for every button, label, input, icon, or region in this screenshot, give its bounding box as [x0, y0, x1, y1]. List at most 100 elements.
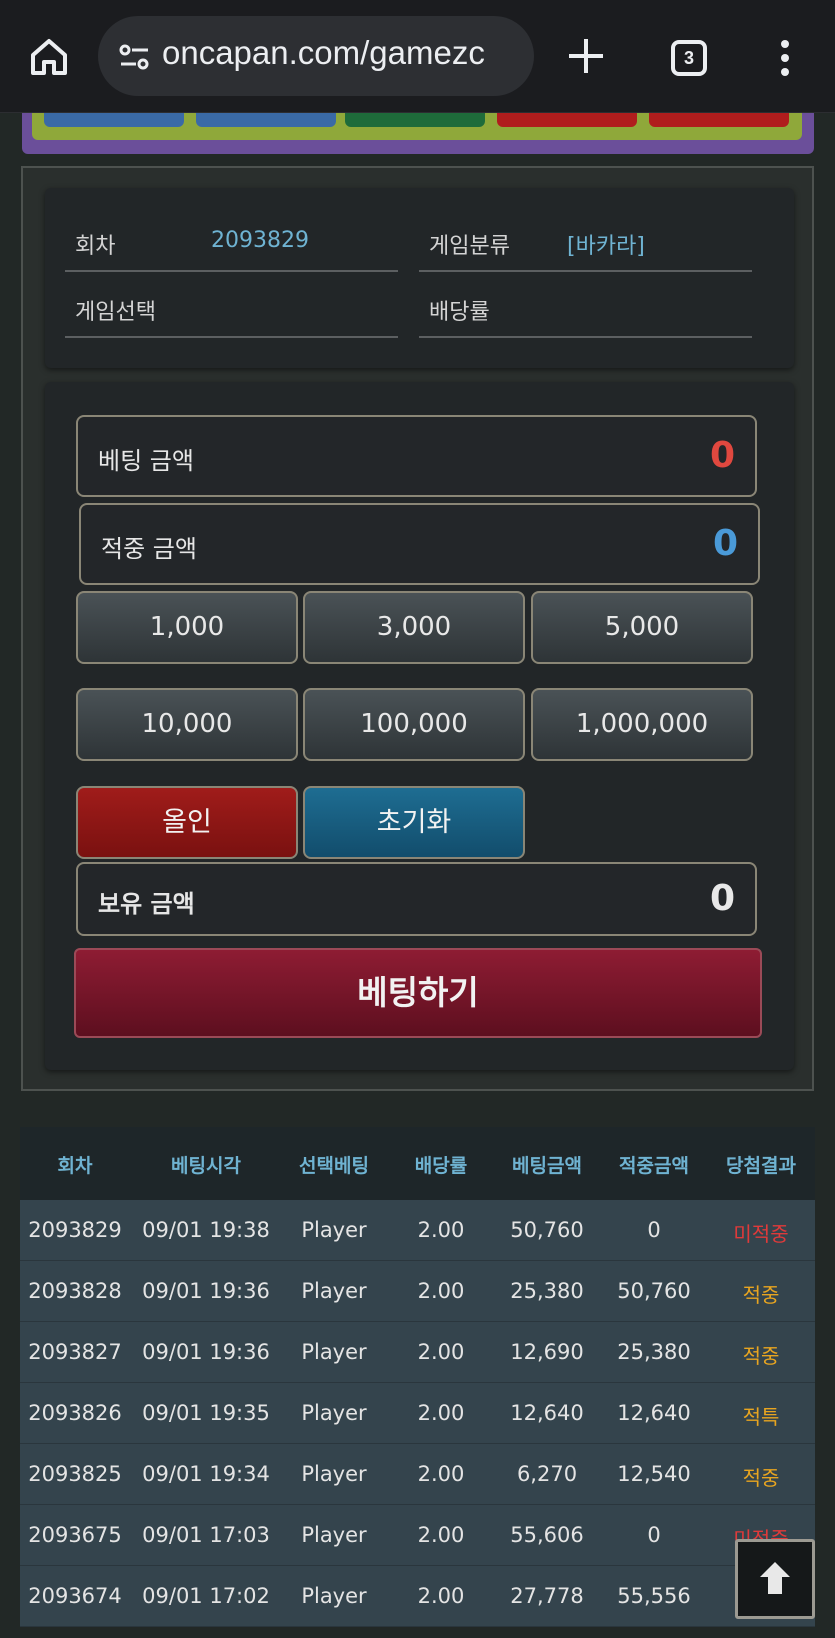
header-result: 당첨결과 — [726, 1155, 796, 1177]
chip-button-10000[interactable]: 10,000 — [76, 688, 298, 761]
table-row: 2093828 09/01 19:36 Player 2.00 25,380 50,760… — [20, 1261, 815, 1322]
odds-cell: 배당률 — [419, 272, 752, 338]
row-win-amount: 0 — [647, 1218, 661, 1242]
chip-button-1000[interactable]: 1,000 — [76, 591, 298, 664]
row-odds: 2.00 — [417, 1462, 465, 1486]
header-win-amount: 적중금액 — [619, 1155, 689, 1177]
row-result: 적중 — [742, 1283, 780, 1307]
strip-button-blue-2[interactable] — [196, 113, 336, 127]
row-round: 2093825 — [28, 1462, 122, 1486]
chip-button-3000[interactable]: 3,000 — [303, 591, 525, 664]
row-odds: 2.00 — [417, 1584, 465, 1608]
strip-button-blue-1[interactable] — [44, 113, 184, 127]
win-amount-value: 0 — [712, 523, 738, 564]
row-bet-amount: 6,270 — [516, 1462, 578, 1486]
table-row: 2093674 09/01 17:02 Player 2.00 27,778 55,556… — [20, 1566, 815, 1627]
row-round: 2093826 — [28, 1401, 122, 1425]
row-bet-amount: 27,778 — [510, 1584, 584, 1608]
row-odds: 2.00 — [417, 1279, 465, 1303]
tab-switcher-button[interactable]: 3 — [671, 40, 707, 76]
table-row: 2093827 09/01 19:36 Player 2.00 12,690 25,380… — [20, 1322, 815, 1383]
bet-amount-box: 베팅 금액 0 — [76, 415, 757, 497]
category-value: [바카라] — [567, 234, 645, 259]
row-selection: Player — [301, 1584, 367, 1608]
row-bet-amount: 12,640 — [510, 1401, 584, 1425]
category-cell: 게임분류 [바카라] — [419, 206, 752, 272]
strip-button-red-1[interactable] — [497, 113, 637, 127]
row-bet-time: 09/01 19:36 — [142, 1279, 270, 1303]
row-win-amount: 50,760 — [617, 1279, 691, 1303]
round-label: 회차 — [75, 234, 116, 259]
round-cell: 회차 2093829 — [65, 206, 398, 272]
win-amount-label: 적중 금액 — [101, 535, 197, 563]
strip-button-green[interactable] — [345, 113, 485, 127]
reset-button[interactable]: 초기화 — [303, 786, 525, 859]
home-icon[interactable] — [28, 36, 70, 78]
row-bet-amount: 25,380 — [510, 1279, 584, 1303]
bet-amount-label: 베팅 금액 — [98, 447, 194, 475]
table-row: 2093826 09/01 19:35 Player 2.00 12,640 12,640… — [20, 1383, 815, 1444]
place-bet-button[interactable]: 베팅하기 — [74, 948, 762, 1038]
row-bet-time: 09/01 19:38 — [142, 1218, 270, 1242]
game-tabs-strip-inner — [32, 113, 802, 140]
row-bet-time: 09/01 19:35 — [142, 1401, 270, 1425]
row-bet-amount: 12,690 — [510, 1340, 584, 1364]
bet-history-table: 회차 베팅시각 선택베팅 배당률 베팅금액 적중금액 당첨결과 2093829 0… — [20, 1127, 815, 1638]
row-odds: 2.00 — [417, 1218, 465, 1242]
row-odds: 2.00 — [417, 1340, 465, 1364]
arrow-up-icon — [760, 1562, 790, 1594]
balance-label: 보유 금액 — [98, 890, 195, 918]
win-amount-box: 적중 금액 0 — [79, 503, 760, 585]
scroll-top-button[interactable] — [735, 1539, 815, 1619]
balance-box: 보유 금액 0 — [76, 862, 757, 936]
tune-icon[interactable] — [118, 42, 152, 72]
row-bet-time: 09/01 17:03 — [142, 1523, 270, 1547]
table-row: 209367509/01 17:03Player2.0055,6060미적중 — [20, 1505, 815, 1566]
row-round: 2093828 — [28, 1279, 122, 1303]
chip-button-1000000[interactable]: 1,000,000 — [531, 688, 753, 761]
row-selection: Player — [301, 1523, 367, 1547]
table-row: 2093829 09/01 19:38 Player 2.00 50,760 0 미적중 — [20, 1200, 815, 1261]
round-value: 2093829 — [211, 228, 309, 253]
row-round: 2093827 — [28, 1340, 122, 1364]
row-selection: Player — [301, 1401, 367, 1425]
strip-button-red-2[interactable] — [649, 113, 789, 127]
table-row: 2093825 09/01 19:34 Player 2.00 6,270 12,540 적… — [20, 1444, 815, 1505]
row-odds: 2.00 — [417, 1523, 465, 1547]
chip-button-100000[interactable]: 100,000 — [303, 688, 525, 761]
row-bet-time: 09/01 19:34 — [142, 1462, 270, 1486]
header-selection: 선택베팅 — [299, 1155, 369, 1177]
row-win-amount: 12,640 — [617, 1401, 691, 1425]
row-odds: 2.00 — [417, 1401, 465, 1425]
game-tabs-strip — [22, 113, 814, 154]
betting-panel: 회차 2093829 게임분류 [바카라] 게임선택 배당률 베팅 금액 0 적… — [21, 166, 814, 1091]
header-round: 회차 — [57, 1155, 93, 1177]
browser-toolbar: oncapan.com/gamezc 3 — [0, 0, 835, 113]
row-round: 2093675 — [28, 1523, 122, 1547]
table-header: 회차 베팅시각 선택베팅 배당률 베팅금액 적중금액 당첨결과 — [20, 1127, 815, 1200]
more-vert-icon[interactable] — [778, 38, 792, 78]
header-bet-time: 베팅시각 — [171, 1155, 241, 1177]
row-bet-time: 09/01 19:36 — [142, 1340, 270, 1364]
header-bet-amount: 베팅금액 — [512, 1155, 582, 1177]
address-bar[interactable]: oncapan.com/gamezc — [98, 16, 534, 96]
row-selection: Player — [301, 1340, 367, 1364]
category-label: 게임분류 — [429, 234, 510, 259]
row-win-amount: 25,380 — [617, 1340, 691, 1364]
bet-card: 베팅 금액 0 적중 금액 0 1,000 3,000 5,000 10,000… — [45, 382, 794, 1070]
header-odds: 배당률 — [414, 1155, 468, 1177]
row-bet-amount: 50,760 — [510, 1218, 584, 1242]
round-info-card: 회차 2093829 게임분류 [바카라] 게임선택 배당률 — [45, 188, 794, 368]
row-win-amount: 55,556 — [617, 1584, 691, 1608]
url-text[interactable]: oncapan.com/gamezc — [162, 34, 485, 72]
bet-amount-value: 0 — [709, 435, 735, 476]
row-bet-time: 09/01 17:02 — [142, 1584, 270, 1608]
selection-label: 게임선택 — [75, 300, 156, 325]
balance-value: 0 — [709, 878, 735, 919]
chip-button-5000[interactable]: 5,000 — [531, 591, 753, 664]
all-in-button[interactable]: 올인 — [76, 786, 298, 859]
row-result: 미적중 — [733, 1222, 789, 1246]
row-win-amount: 0 — [647, 1523, 661, 1547]
row-selection: Player — [301, 1462, 367, 1486]
plus-icon[interactable] — [566, 36, 606, 76]
